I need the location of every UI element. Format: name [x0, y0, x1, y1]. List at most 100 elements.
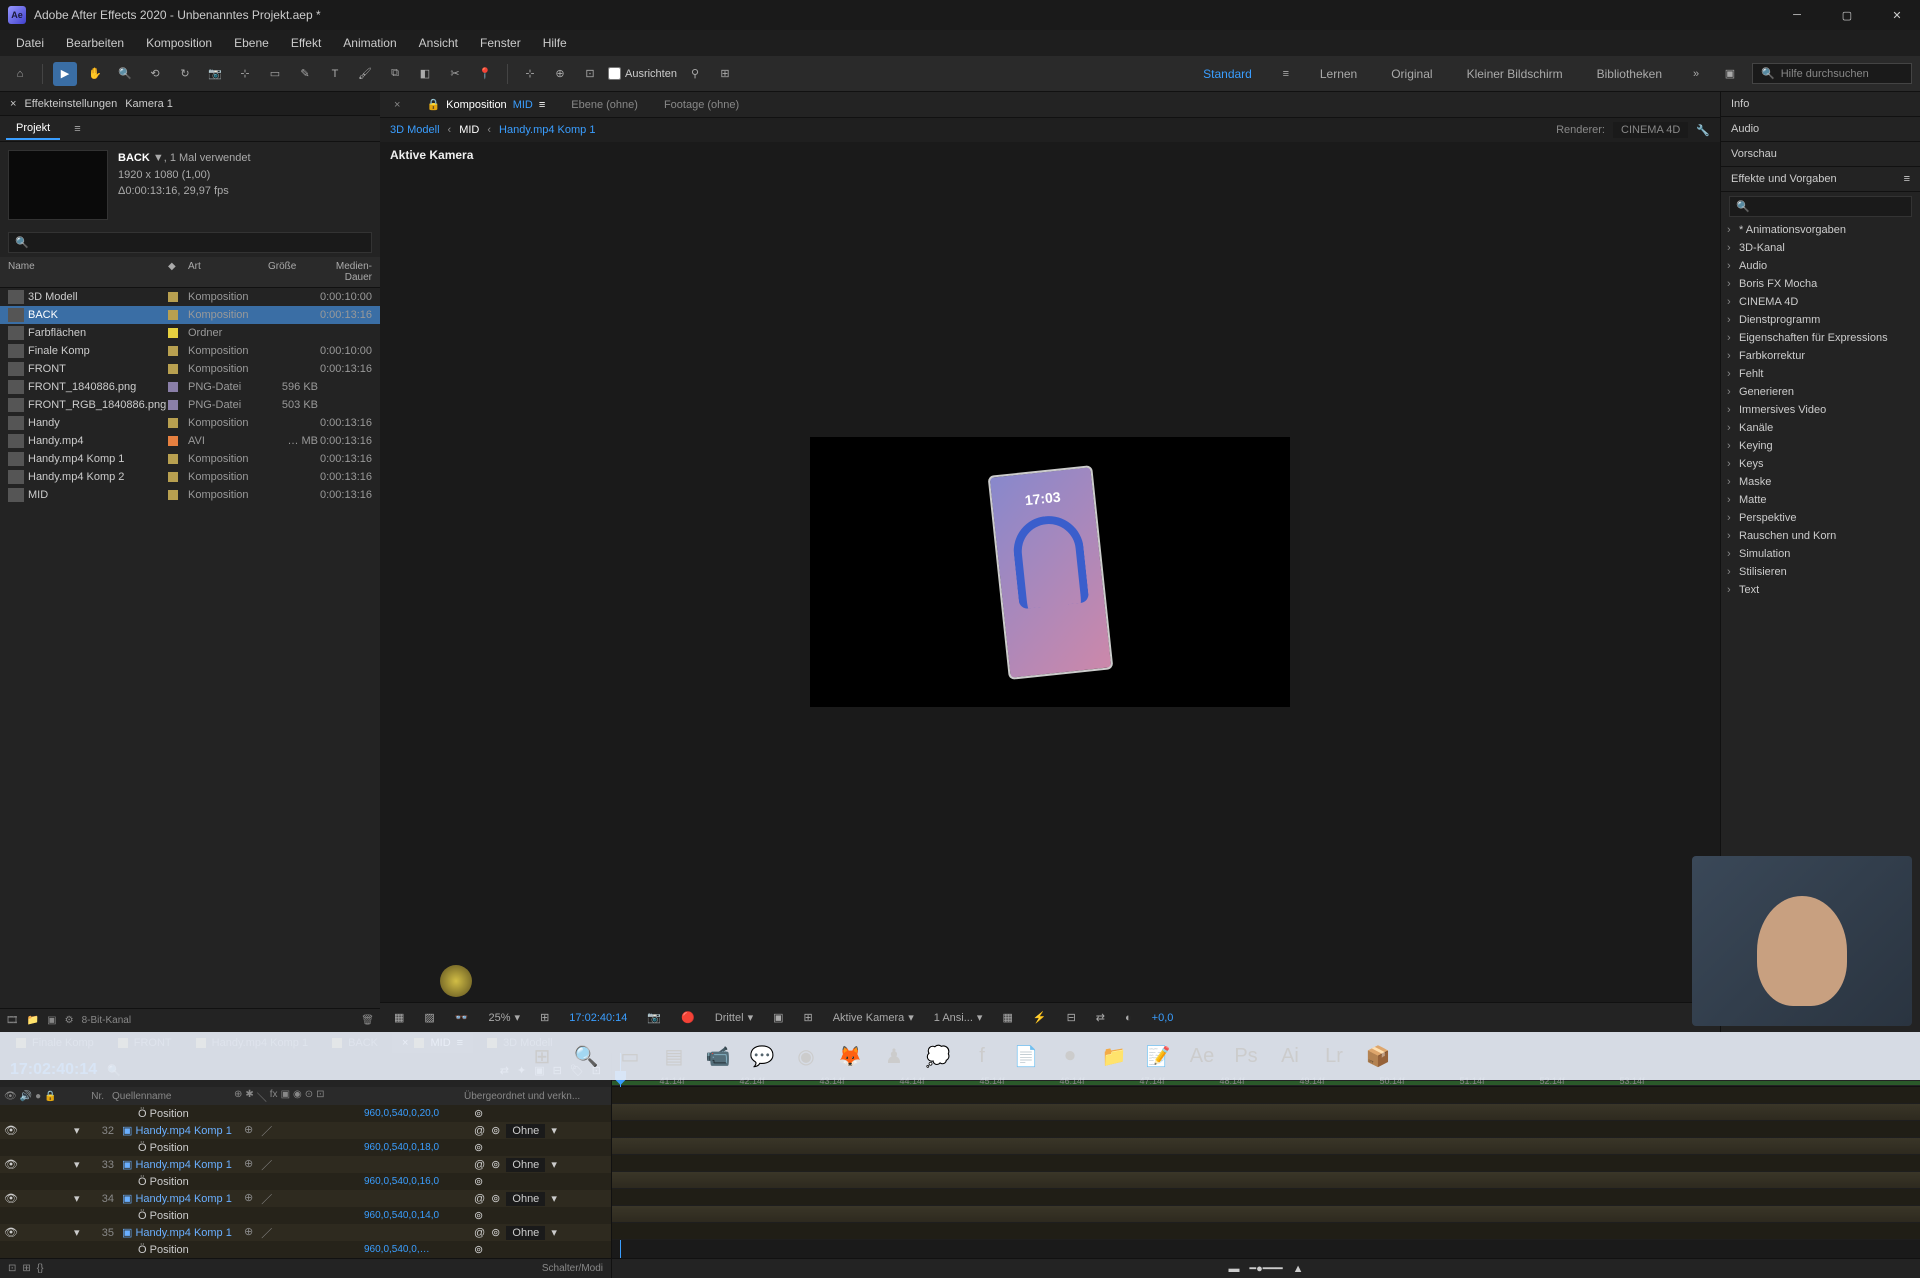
minimize-button[interactable]: ─	[1782, 5, 1812, 25]
taskbar-app[interactable]: 📝	[1139, 1037, 1177, 1075]
project-item[interactable]: FRONTKomposition0:00:13:16	[0, 360, 380, 378]
pen-tool-icon[interactable]: ✎	[293, 62, 317, 86]
effect-category[interactable]: Maske	[1721, 473, 1920, 491]
taskbar-app[interactable]: Ae	[1183, 1037, 1221, 1075]
taskbar-app[interactable]: ♟	[875, 1037, 913, 1075]
effect-category[interactable]: Keys	[1721, 455, 1920, 473]
taskbar-app[interactable]: 💭	[919, 1037, 957, 1075]
zoom-tool-icon[interactable]: 🔍	[113, 62, 137, 86]
project-item[interactable]: FarbflächenOrdner	[0, 324, 380, 342]
eraser-tool-icon[interactable]: ◧	[413, 62, 437, 86]
menu-komposition[interactable]: Komposition	[136, 32, 222, 54]
timeline-icon[interactable]: ⊟	[1061, 1009, 1082, 1026]
composition-viewer[interactable]: Aktive Kamera 17:03	[380, 142, 1720, 1002]
timeline-property[interactable]: Ö Position960,0,540,0,18,0⊚	[0, 1139, 611, 1156]
grid-icon[interactable]: ⊞	[798, 1009, 819, 1026]
zoom-slider[interactable]: ━●━━━	[1249, 1262, 1282, 1275]
effects-panel-menu-icon[interactable]: ≡	[1904, 173, 1910, 185]
view-dropdown[interactable]: Aktive Kamera ▾	[827, 1009, 920, 1026]
effect-category[interactable]: Generieren	[1721, 383, 1920, 401]
taskbar-app[interactable]: Ai	[1271, 1037, 1309, 1075]
timeline-layer[interactable]: 👁▾33▣ Handy.mp4 Komp 1⊕／@⊚Ohne▾	[0, 1156, 611, 1173]
crumb-0[interactable]: 3D Modell	[390, 124, 440, 136]
pixel-aspect-icon[interactable]: ▦	[996, 1009, 1018, 1026]
eye-column-icon[interactable]: 👁	[4, 1091, 17, 1102]
timeline-property[interactable]: Ö Position960,0,540,0,…⊚	[0, 1241, 611, 1258]
effect-category[interactable]: Eigenschaften für Expressions	[1721, 329, 1920, 347]
effect-category[interactable]: 3D-Kanal	[1721, 239, 1920, 257]
project-item[interactable]: FRONT_1840886.pngPNG-Datei596 KB	[0, 378, 380, 396]
preview-panel[interactable]: Vorschau	[1721, 142, 1920, 167]
exposure-reset-icon[interactable]: ◐	[1119, 1010, 1138, 1026]
effect-category[interactable]: Boris FX Mocha	[1721, 275, 1920, 293]
project-item[interactable]: Handy.mp4 Komp 1Komposition0:00:13:16	[0, 450, 380, 468]
tl-toggle-1-icon[interactable]: ⊡	[8, 1263, 16, 1274]
project-list[interactable]: 3D ModellKomposition0:00:10:00BACKKompos…	[0, 288, 380, 1008]
effect-category[interactable]: Perspektive	[1721, 509, 1920, 527]
effect-category[interactable]: Text	[1721, 581, 1920, 599]
close-button[interactable]: ✕	[1882, 5, 1912, 25]
effect-category[interactable]: Farbkorrektur	[1721, 347, 1920, 365]
project-tab[interactable]: Projekt	[6, 118, 60, 140]
effect-category[interactable]: Stilisieren	[1721, 563, 1920, 581]
timeline-property[interactable]: Ö Position960,0,540,0,16,0⊚	[0, 1173, 611, 1190]
project-item[interactable]: BACKKomposition0:00:13:16	[0, 306, 380, 324]
effect-category[interactable]: Audio	[1721, 257, 1920, 275]
pan-behind-tool-icon[interactable]: ⊹	[233, 62, 257, 86]
taskbar-app[interactable]: f	[963, 1037, 1001, 1075]
rotate-tool-icon[interactable]: ↻	[173, 62, 197, 86]
viewer-tab-footage[interactable]: Footage (ohne)	[656, 95, 747, 115]
effect-category[interactable]: Dienstprogramm	[1721, 311, 1920, 329]
col-name[interactable]: Name	[8, 261, 168, 283]
views-dropdown[interactable]: 1 Ansi... ▾	[928, 1009, 989, 1026]
taskbar-app[interactable]: ▤	[655, 1037, 693, 1075]
snap-opts-icon[interactable]: ⚲	[683, 62, 707, 86]
tl-toggle-3-icon[interactable]: {}	[37, 1263, 44, 1274]
effect-category[interactable]: Fehlt	[1721, 365, 1920, 383]
resolution-dropdown[interactable]: Drittel ▾	[709, 1009, 759, 1026]
effect-category[interactable]: Immersives Video	[1721, 401, 1920, 419]
selection-tool-icon[interactable]: ▶	[53, 62, 77, 86]
col-dur[interactable]: Medien-Dauer	[318, 261, 372, 283]
workspace-lernen[interactable]: Lernen	[1308, 63, 1369, 85]
col-type[interactable]: Art	[188, 261, 268, 283]
effects-search[interactable]: 🔍	[1729, 196, 1912, 217]
menu-fenster[interactable]: Fenster	[470, 32, 531, 54]
snapshot-icon[interactable]: 📷	[641, 1009, 667, 1026]
timeline-property[interactable]: Ö Position960,0,540,0,20,0⊚	[0, 1105, 611, 1122]
panel-toggle-icon[interactable]: ▣	[1718, 62, 1742, 86]
world-axis-icon[interactable]: ⊕	[548, 62, 572, 86]
always-preview-icon[interactable]: ▦	[388, 1009, 410, 1026]
col-size[interactable]: Größe	[268, 261, 318, 283]
solo-column-icon[interactable]: ●	[35, 1091, 41, 1102]
switches-modes-label[interactable]: Schalter/Modi	[542, 1263, 603, 1274]
timeline-tracks[interactable]	[612, 1087, 1920, 1240]
taskbar-app[interactable]: Lr	[1315, 1037, 1353, 1075]
shape-tool-icon[interactable]: ▭	[263, 62, 287, 86]
effect-category[interactable]: Matte	[1721, 491, 1920, 509]
info-panel[interactable]: Info	[1721, 92, 1920, 117]
zoom-in-icon[interactable]: ▲	[1293, 1263, 1304, 1275]
puppet-tool-icon[interactable]: 📍	[473, 62, 497, 86]
new-folder-icon[interactable]: 📁	[27, 1015, 39, 1026]
mask-icon[interactable]: 👓	[449, 1009, 475, 1026]
menu-datei[interactable]: Datei	[6, 32, 54, 54]
viewer-tab-comp[interactable]: 🔒 Komposition MID ≡	[418, 94, 553, 115]
taskbar-app[interactable]: 🦊	[831, 1037, 869, 1075]
workspace-original[interactable]: Original	[1379, 63, 1444, 85]
effects-list[interactable]: * Animationsvorgaben3D-KanalAudioBoris F…	[1721, 221, 1920, 599]
timeline-layer[interactable]: 👁▾34▣ Handy.mp4 Komp 1⊕／@⊚Ohne▾	[0, 1190, 611, 1207]
trash-icon[interactable]: 🗑	[361, 1015, 374, 1026]
project-item[interactable]: Finale KompKomposition0:00:10:00	[0, 342, 380, 360]
renderer-value[interactable]: CINEMA 4D	[1613, 122, 1688, 138]
tl-toggle-2-icon[interactable]: ⊞	[22, 1263, 30, 1274]
timeline-layer[interactable]: 👁▾32▣ Handy.mp4 Komp 1⊕／@⊚Ohne▾	[0, 1122, 611, 1139]
effect-category[interactable]: Kanäle	[1721, 419, 1920, 437]
brush-tool-icon[interactable]: 🖌	[353, 62, 377, 86]
viewer-close-icon[interactable]: ×	[386, 95, 408, 115]
orbit-tool-icon[interactable]: ⟲	[143, 62, 167, 86]
transparency-icon[interactable]: ▨	[418, 1009, 440, 1026]
maximize-button[interactable]: ▢	[1832, 5, 1862, 25]
timeline-layer[interactable]: 👁▾35▣ Handy.mp4 Komp 1⊕／@⊚Ohne▾	[0, 1224, 611, 1241]
snap-grid-icon[interactable]: ⊞	[713, 62, 737, 86]
